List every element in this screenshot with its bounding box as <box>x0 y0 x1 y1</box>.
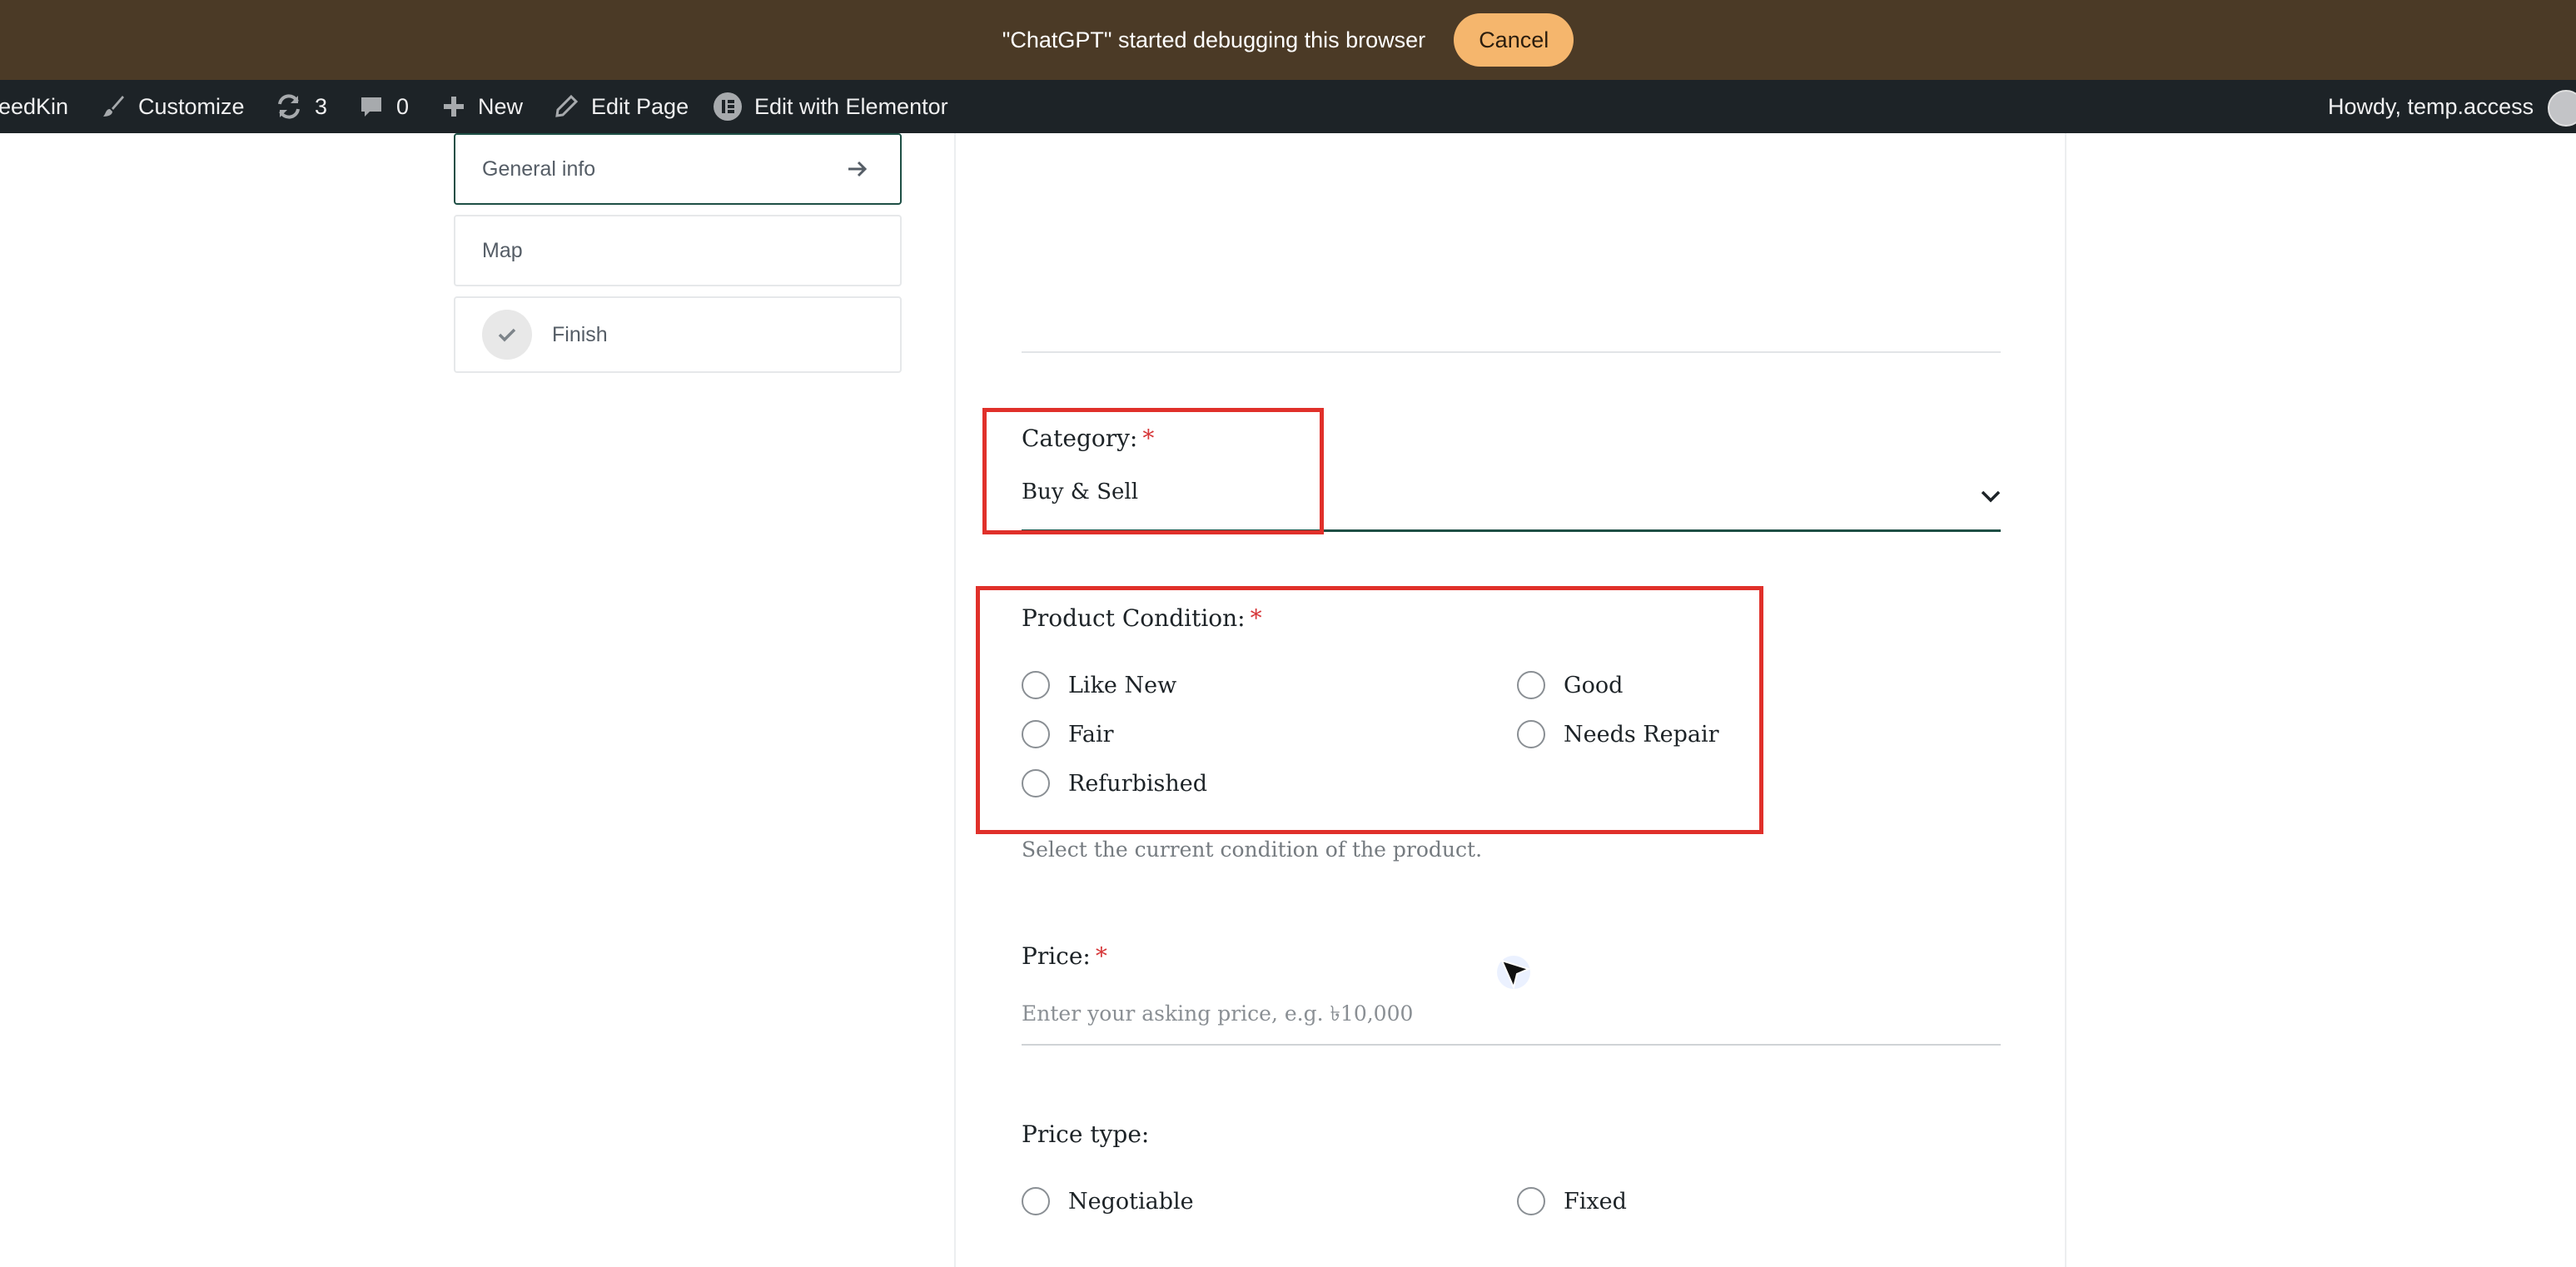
option-label: Fixed <box>1564 1188 1627 1215</box>
step-map[interactable]: Map <box>454 215 902 286</box>
comments-count: 0 <box>396 93 410 119</box>
step-label: Map <box>482 238 523 262</box>
site-name-link[interactable]: leedKin <box>0 80 68 133</box>
radio-button[interactable] <box>1022 1187 1050 1215</box>
price-label: Price: * <box>1022 942 1107 970</box>
debug-banner: "ChatGPT" started debugging this browser… <box>0 0 2576 80</box>
radio-button[interactable] <box>1517 1187 1545 1215</box>
wp-admin-bar: leedKin Customize 3 0 New Edit Page Edit… <box>0 80 2576 133</box>
price-type-option-negotiable[interactable]: Negotiable <box>1022 1187 1194 1215</box>
pencil-icon <box>555 94 579 117</box>
category-highlight-box <box>982 408 1324 534</box>
customize-label: Customize <box>138 93 245 119</box>
arrow-right-icon <box>848 161 868 177</box>
updates-count: 3 <box>315 93 328 119</box>
howdy-label: Howdy, temp.access <box>2328 93 2534 119</box>
required-mark: * <box>1095 942 1107 970</box>
condition-hint: Select the current condition of the prod… <box>1022 837 1483 862</box>
edit-page-link[interactable]: Edit Page <box>553 80 689 133</box>
updates-icon <box>278 94 300 119</box>
customize-link[interactable]: Customize <box>100 80 245 133</box>
step-general-info[interactable]: General info <box>454 133 902 205</box>
condition-highlight-box <box>976 586 1763 834</box>
mouse-cursor-icon <box>1497 956 1531 991</box>
divider <box>1022 351 2001 353</box>
chevron-down-icon[interactable] <box>1979 488 2002 504</box>
step-label: Finish <box>552 322 608 346</box>
comments-link[interactable]: 0 <box>358 80 409 133</box>
debug-message: "ChatGPT" started debugging this browser <box>1002 27 1426 52</box>
step-label: General info <box>482 157 596 181</box>
price-type-option-fixed[interactable]: Fixed <box>1517 1187 1627 1215</box>
price-type-label: Price type: <box>1022 1120 1150 1148</box>
brush-icon <box>103 96 124 117</box>
price-label-text: Price: <box>1022 942 1091 970</box>
cancel-debugging-button[interactable]: Cancel <box>1454 13 1574 67</box>
comment-icon <box>361 97 381 117</box>
step-finish[interactable]: Finish <box>454 296 902 373</box>
edit-page-label: Edit Page <box>591 93 689 119</box>
elementor-icon <box>714 92 742 121</box>
edit-with-elementor-link[interactable]: Edit with Elementor <box>713 80 948 133</box>
plus-icon <box>444 97 464 117</box>
edit-elementor-label: Edit with Elementor <box>754 93 948 119</box>
option-label: Negotiable <box>1068 1188 1194 1215</box>
updates-link[interactable]: 3 <box>275 80 327 133</box>
new-content-link[interactable]: New <box>441 80 523 133</box>
new-label: New <box>478 93 524 119</box>
account-menu[interactable]: Howdy, temp.access <box>2328 80 2534 133</box>
site-name-label: leedKin <box>0 93 69 119</box>
check-icon <box>482 310 532 360</box>
